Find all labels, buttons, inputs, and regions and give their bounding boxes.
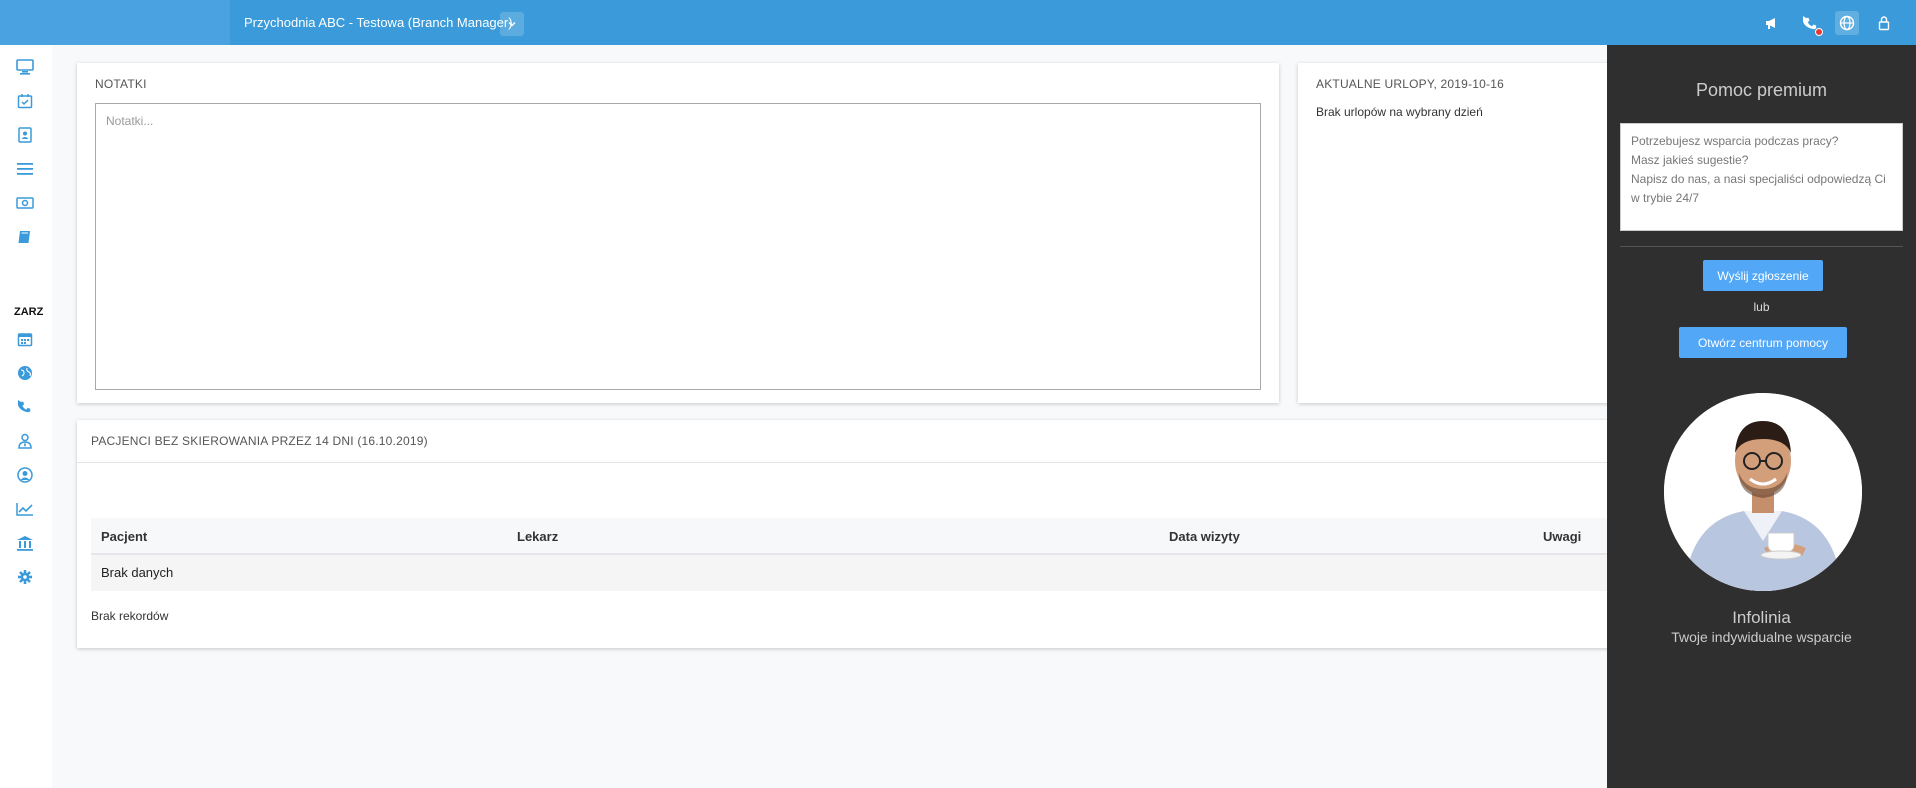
sidebar-item-calls[interactable] — [14, 396, 36, 418]
patients-title: PACJENCI BEZ SKIEROWANIA PRZEZ 14 DNI (1… — [91, 434, 428, 448]
monitor-icon — [16, 59, 34, 75]
lock-button[interactable] — [1872, 11, 1896, 35]
megaphone-icon — [1766, 18, 1775, 29]
empty-row-text: Brak danych — [101, 565, 174, 580]
money-icon — [16, 197, 34, 209]
column-header-visit-date[interactable]: Data wizyty — [1169, 529, 1240, 544]
chevron-down-icon — [508, 22, 516, 27]
premium-help-panel: Pomoc premium Wyślij zgłoszenie lub Otwó… — [1607, 45, 1916, 788]
hotline-subtitle: Twoje indywidualne wsparcie — [1671, 629, 1852, 645]
calendar-check-icon — [17, 94, 33, 109]
hotline-name: Infolinia — [1732, 608, 1791, 627]
contacts-icon — [18, 127, 32, 143]
menu-lines-icon — [17, 163, 33, 175]
leave-message: Brak urlopów na wybrany dzień — [1316, 105, 1483, 119]
column-header-notes[interactable]: Uwagi — [1543, 529, 1581, 544]
sidebar-item-lists[interactable] — [14, 158, 36, 180]
column-header-doctor[interactable]: Lekarz — [517, 529, 558, 544]
sidebar: ZARZ — [0, 45, 52, 788]
sidebar-item-visits[interactable] — [14, 90, 36, 112]
sidebar-item-documentation[interactable] — [14, 226, 36, 248]
column-header-patient[interactable]: Pacjent — [101, 529, 147, 544]
support-agent-avatar — [1664, 393, 1862, 591]
user-circle-icon — [17, 467, 33, 483]
sidebar-item-web[interactable] — [14, 362, 36, 384]
notes-title: NOTATKI — [95, 77, 147, 91]
support-message-field[interactable] — [1620, 123, 1903, 231]
notification-dot — [1815, 28, 1823, 36]
records-count: Brak rekordów — [91, 609, 169, 623]
notes-card: NOTATKI — [77, 63, 1279, 403]
clinic-dropdown-button[interactable] — [500, 12, 524, 36]
divider — [1620, 246, 1903, 247]
leave-title: AKTUALNE URLOPY, 2019-10-16 — [1316, 77, 1504, 91]
announcements-button[interactable] — [1760, 11, 1784, 35]
or-label: lub — [1753, 300, 1770, 314]
user-tie-icon — [18, 433, 32, 449]
clinic-selector-label[interactable]: Przychodnia ABC - Testowa (Branch Manage… — [244, 15, 513, 30]
globe-icon — [1839, 15, 1855, 31]
globe-icon — [18, 366, 32, 380]
lock-icon — [1878, 16, 1890, 31]
top-bar: Przychodnia ABC - Testowa (Branch Manage… — [0, 0, 1916, 45]
gear-icon — [18, 570, 32, 584]
chart-line-icon — [16, 503, 33, 516]
panel-title: Pomoc premium — [1695, 80, 1828, 100]
table-header: Pacjent Lekarz Data wizyty Uwagi — [91, 518, 1691, 555]
phone-button[interactable] — [1798, 11, 1823, 36]
table-row: Brak danych — [91, 555, 1691, 591]
sidebar-item-staff[interactable] — [14, 430, 36, 452]
sidebar-item-patients[interactable] — [14, 124, 36, 146]
open-help-center-button[interactable]: Otwórz centrum pomocy — [1679, 327, 1847, 358]
brand-area[interactable] — [0, 0, 230, 45]
phone-icon — [18, 400, 31, 413]
sidebar-item-users[interactable] — [14, 464, 36, 486]
sidebar-item-finance[interactable] — [14, 192, 36, 214]
language-button[interactable] — [1835, 11, 1859, 35]
calendar-icon — [17, 333, 33, 347]
sidebar-item-institution[interactable] — [14, 532, 36, 554]
sidebar-section-label: ZARZ — [14, 306, 44, 318]
notes-textarea[interactable] — [95, 103, 1261, 390]
bank-icon — [17, 536, 33, 551]
sidebar-item-reports[interactable] — [14, 498, 36, 520]
sidebar-item-settings[interactable] — [14, 566, 36, 588]
support-agent-photo — [1664, 393, 1862, 591]
sidebar-item-dashboard[interactable] — [14, 56, 36, 78]
book-icon — [18, 231, 30, 243]
send-ticket-button[interactable]: Wyślij zgłoszenie — [1703, 260, 1823, 291]
sidebar-item-schedule[interactable] — [14, 328, 36, 350]
